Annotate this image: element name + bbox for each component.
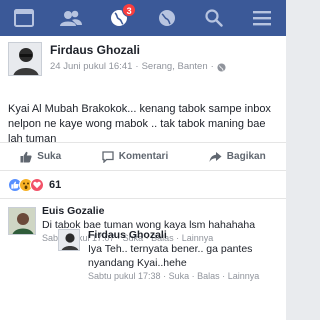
post-header: Firdaus Ghozali 24 Juni pukul 16:41 · Se… <box>8 42 226 76</box>
nav-world-button[interactable] <box>147 0 187 36</box>
notification-badge: 3 <box>122 3 137 17</box>
public-globe-icon <box>217 62 226 72</box>
nav-menu-button[interactable] <box>242 0 282 36</box>
reply-reply-link[interactable]: Balas <box>197 271 220 281</box>
post-info: 24 Juni pukul 16:41 · Serang, Banten · <box>50 60 226 74</box>
reply-author-avatar[interactable] <box>58 229 80 251</box>
post-location-separator: · <box>210 61 214 72</box>
profile-photo-icon <box>9 208 35 234</box>
like-button[interactable]: Suka <box>20 151 61 163</box>
comment-author-name[interactable]: Euis Gozalie <box>42 205 280 218</box>
nav-home-button[interactable] <box>4 0 44 36</box>
reply-author-name[interactable]: Firdaus Ghozali <box>88 229 280 242</box>
friends-icon <box>60 10 83 26</box>
hamburger-menu-icon <box>253 11 272 26</box>
profile-photo-icon <box>9 43 41 75</box>
comment-icon <box>102 150 114 163</box>
nav-friends-button[interactable] <box>51 0 91 36</box>
like-label: Suka <box>37 151 62 162</box>
nav-search-button[interactable] <box>194 0 234 36</box>
reply-meta-dot: · <box>191 271 195 281</box>
comment-label: Komentari <box>118 151 169 162</box>
reply-meta-dot: · <box>222 271 226 281</box>
post-location[interactable]: Serang, Banten <box>142 60 208 74</box>
comment-button[interactable]: Komentari <box>102 150 169 163</box>
news-feed-icon <box>13 9 34 27</box>
commenter-avatar[interactable] <box>8 207 36 235</box>
reply-meta: Sabtu pukul 17:38 · Suka · Balas · Lainn… <box>88 270 280 282</box>
reaction-count: 61 <box>49 178 62 191</box>
share-label: Bagikan <box>226 151 266 162</box>
reply-time[interactable]: Sabtu pukul 17:38 <box>88 271 161 281</box>
post-author-name[interactable]: Firdaus Ghozali <box>50 43 226 58</box>
post-action-bar: Suka Komentari Bagikan <box>0 142 286 170</box>
share-arrow-icon <box>209 151 222 162</box>
reply-meta-dot: · <box>163 271 167 281</box>
reply-like-link[interactable]: Suka <box>169 271 190 281</box>
thumbs-up-icon <box>20 151 32 162</box>
globe-icon <box>158 10 175 26</box>
search-icon <box>205 9 224 27</box>
reactions-row[interactable]: 61 <box>0 170 286 198</box>
post-info-separator: · <box>135 61 139 72</box>
post-date[interactable]: 24 Juni pukul 16:41 <box>50 60 132 74</box>
post-meta: Firdaus Ghozali 24 Juni pukul 16:41 · Se… <box>50 43 226 76</box>
top-nav-bar: 3 <box>0 0 286 36</box>
reply-more-link[interactable]: Lainnya <box>228 271 260 281</box>
reaction-icons <box>8 177 44 192</box>
comments-section: Euis Gozalie Di tabok bae tuman wong kay… <box>0 198 286 320</box>
post-text: Kyai Al Mubah Brakokok... kenang tabok s… <box>8 103 271 145</box>
reply-text: Iya Teh.. ternyata bener.. ga pantes nya… <box>88 243 253 269</box>
author-avatar[interactable] <box>8 42 42 76</box>
profile-photo-icon <box>59 230 79 250</box>
nav-notifications-button[interactable]: 3 <box>99 0 139 36</box>
reply-item: Firdaus Ghozali Iya Teh.. ternyata bener… <box>88 229 280 282</box>
love-reaction-icon <box>30 177 44 192</box>
share-button[interactable]: Bagikan <box>209 151 266 163</box>
